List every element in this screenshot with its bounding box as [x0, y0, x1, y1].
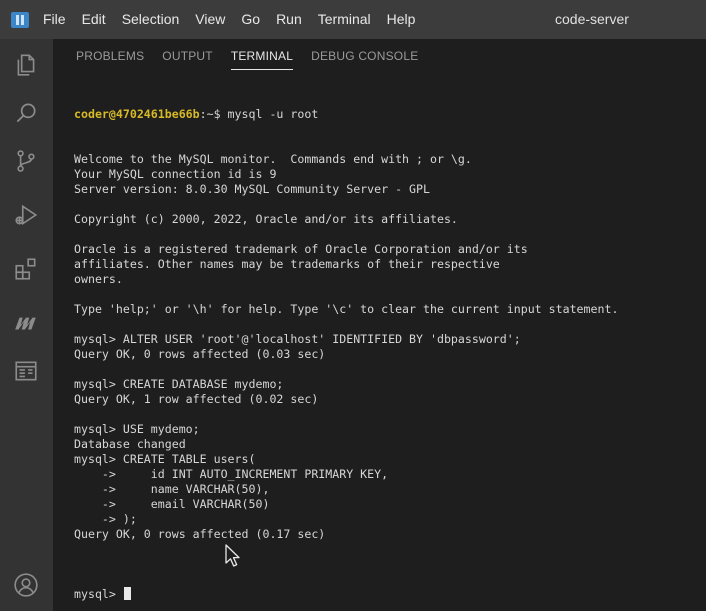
- vscode-logo-icon[interactable]: [11, 11, 29, 28]
- search-icon[interactable]: [12, 99, 40, 127]
- terminal-cursor: [123, 587, 131, 600]
- terminal-line: mysql> ALTER USER 'root'@'localhost' IDE…: [74, 332, 521, 346]
- terminal-line: Oracle is a registered trademark of Orac…: [74, 242, 528, 256]
- menu-go[interactable]: Go: [233, 0, 268, 39]
- menu-selection[interactable]: Selection: [114, 0, 188, 39]
- menu-run[interactable]: Run: [268, 0, 310, 39]
- menu-bar: File Edit Selection View Go Run Terminal…: [35, 0, 423, 39]
- prompt-user: coder@4702461be66b: [74, 107, 200, 121]
- terminal-line: Query OK, 0 rows affected (0.03 sec): [74, 347, 326, 361]
- panel-icon[interactable]: [12, 357, 40, 385]
- window-title: code-server: [555, 11, 629, 27]
- menu-edit[interactable]: Edit: [74, 0, 114, 39]
- source-control-icon[interactable]: [12, 147, 40, 175]
- tab-problems[interactable]: PROBLEMS: [67, 39, 153, 73]
- menu-view[interactable]: View: [187, 0, 233, 39]
- mouse-pointer-icon: [225, 544, 240, 567]
- terminal-line: mysql> USE mydemo;: [74, 422, 200, 436]
- files-icon[interactable]: [12, 51, 40, 79]
- terminal-prompt-line: coder@4702461be66b:~$ mysql -u root: [74, 107, 699, 122]
- menu-terminal[interactable]: Terminal: [310, 0, 379, 39]
- tab-debug-console[interactable]: DEBUG CONSOLE: [302, 39, 427, 73]
- bottom-panel: PROBLEMS OUTPUT TERMINAL DEBUG CONSOLE c…: [53, 39, 706, 611]
- terminal-line: Type 'help;' or '\h' for help. Type '\c'…: [74, 302, 619, 316]
- current-prompt: mysql>: [74, 587, 123, 601]
- terminal-line: affiliates. Other names may be trademark…: [74, 257, 500, 271]
- terminal-lines: Welcome to the MySQL monitor. Commands e…: [74, 152, 699, 557]
- terminal-line: Your MySQL connection id is 9: [74, 167, 277, 181]
- terminal-line: Query OK, 1 row affected (0.02 sec): [74, 392, 319, 406]
- terminal-line: -> );: [74, 512, 137, 526]
- activity-bar: [0, 39, 53, 611]
- terminal-line: Database changed: [74, 437, 186, 451]
- terminal-current-prompt-line[interactable]: mysql>: [74, 587, 699, 602]
- terminal-line: Server version: 8.0.30 MySQL Community S…: [74, 182, 430, 196]
- terminal-line: Copyright (c) 2000, 2022, Oracle and/or …: [74, 212, 458, 226]
- prompt-command: :~$ mysql -u root: [199, 107, 319, 121]
- tab-terminal[interactable]: TERMINAL: [222, 39, 302, 73]
- terminal-line: -> name VARCHAR(50),: [74, 482, 270, 496]
- terminal-line: Welcome to the MySQL monitor. Commands e…: [74, 152, 472, 166]
- title-bar: File Edit Selection View Go Run Terminal…: [0, 0, 706, 39]
- remote-explorer-icon[interactable]: [12, 309, 40, 337]
- terminal-line: mysql> CREATE DATABASE mydemo;: [74, 377, 284, 391]
- extensions-icon[interactable]: [12, 255, 40, 283]
- terminal-line: Query OK, 0 rows affected (0.17 sec): [74, 527, 326, 541]
- panel-tabs: PROBLEMS OUTPUT TERMINAL DEBUG CONSOLE: [53, 39, 706, 73]
- tab-output[interactable]: OUTPUT: [153, 39, 222, 73]
- run-debug-icon[interactable]: [12, 201, 40, 229]
- terminal-line: -> id INT AUTO_INCREMENT PRIMARY KEY,: [74, 467, 389, 481]
- account-icon[interactable]: [12, 571, 40, 599]
- terminal-line: owners.: [74, 272, 123, 286]
- terminal-line: mysql> CREATE TABLE users(: [74, 452, 256, 466]
- menu-help[interactable]: Help: [379, 0, 424, 39]
- terminal-line: -> email VARCHAR(50): [74, 497, 270, 511]
- menu-file[interactable]: File: [35, 0, 74, 39]
- terminal-output[interactable]: coder@4702461be66b:~$ mysql -u root Welc…: [74, 77, 699, 601]
